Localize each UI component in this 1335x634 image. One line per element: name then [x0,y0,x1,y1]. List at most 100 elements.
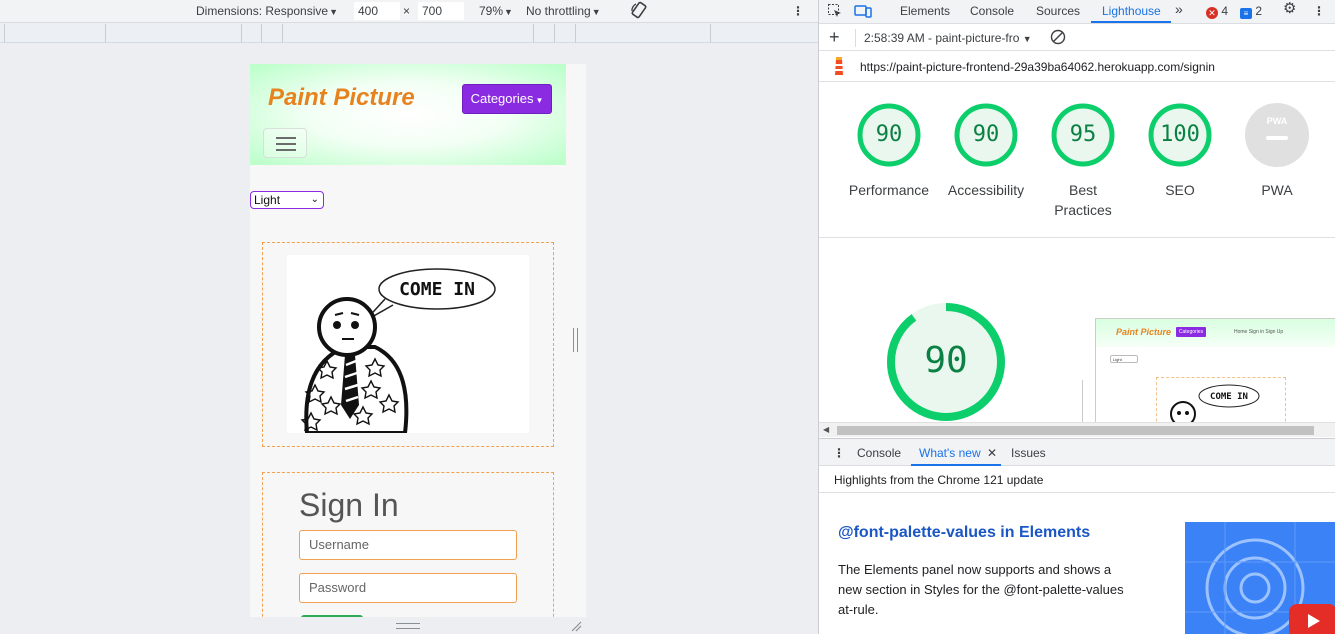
gauge-pwa[interactable]: PWA PWA [1244,102,1310,200]
password-input[interactable]: Password [299,573,517,603]
drawer-tab-console[interactable]: Console [857,446,901,460]
score-accessibility: 90 [972,122,1000,147]
categories-label: Categories [470,91,534,106]
lighthouse-logo-icon [831,57,847,80]
error-count: 4 [1221,4,1229,18]
thumb-brand: Paint Picture [1116,327,1172,337]
username-input[interactable]: Username [299,530,517,560]
chevron-down-icon: ⌄ [310,194,319,205]
device-toolbar-toggle-icon[interactable] [854,3,872,22]
error-icon: ✕ [1206,7,1218,19]
caret-down-icon: ▼ [1022,34,1032,44]
drawer-active-indicator [911,464,1001,466]
gauge-accessibility[interactable]: 90 Accessibility [948,102,1024,200]
zoom-label: 79% [479,4,504,18]
throttling-label: No throttling [526,4,591,18]
come-in-comic-image: COME IN [287,255,529,435]
close-tab-icon[interactable]: ✕ [987,446,997,460]
whats-new-video-thumbnail[interactable] [1185,522,1335,634]
devtools-pane: Elements Console Sources Lighthouse » ✕ … [818,0,1335,634]
performance-detail-gauge: 90 [886,302,1006,422]
emulated-viewport: Paint Picture Categories ▼ Light ⌄ COME I… [250,64,586,617]
resize-handle-bottom[interactable] [396,623,420,629]
site-navbar: Paint Picture Categories ▼ [250,64,566,165]
rotate-icon[interactable] [630,1,648,23]
more-options-icon[interactable]: ⋮ [792,3,804,19]
signin-submit-button[interactable] [301,615,363,617]
navbar-toggler-button[interactable] [263,128,307,158]
drawer-tab-bar: ⋮ Console What's new ✕ Issues [819,438,1335,466]
score-performance: 90 [875,122,903,147]
resize-corner-icon[interactable] [570,620,582,632]
drawer-tab-issues[interactable]: Issues [1011,446,1046,460]
width-input[interactable]: 400 [354,2,400,20]
theme-select[interactable]: Light ⌄ [250,191,324,209]
drawer-tab-whats-new[interactable]: What's new [919,446,981,460]
settings-gear-icon[interactable]: ⚙ [1283,1,1296,16]
error-counter[interactable]: ✕ 4 [1206,4,1228,19]
tab-lighthouse[interactable]: Lighthouse [1102,4,1161,18]
throttling-dropdown[interactable]: No throttling▼ [526,3,601,20]
theme-select-value: Light [254,193,281,207]
lighthouse-toolbar: + 2:58:39 AM - paint-picture-fro ▼ [819,25,1335,51]
device-toolbar: Dimensions: Responsive▼ 400 × 700 79%▼ N… [0,0,818,23]
inspect-element-icon[interactable] [827,3,843,22]
thumb-categories: Categories [1176,327,1206,337]
message-counter[interactable]: ≡ 2 [1240,4,1262,19]
caret-down-icon: ▼ [329,7,338,17]
drawer-menu-icon[interactable]: ⋮ [833,446,845,460]
thumb-nav-links: Home Sign in Sign Up [1234,329,1284,335]
comic-speech-text: COME IN [399,279,475,300]
report-time: 2:58:39 AM - paint-picture-fro [864,31,1020,45]
tab-console[interactable]: Console [970,4,1014,18]
label-seo: SEO [1165,182,1195,198]
report-selector-dropdown[interactable]: 2:58:39 AM - paint-picture-fro ▼ [864,31,1032,45]
big-score-value: 90 [924,340,968,381]
clear-reports-icon[interactable] [1050,29,1066,48]
audited-url[interactable]: https://paint-picture-frontend-29a39ba64… [860,60,1215,74]
signin-title: Sign In [299,487,399,523]
horizontal-scrollbar[interactable]: ◀ [819,422,1335,437]
gauge-best-practices[interactable]: 95 Best Practices [1050,102,1116,220]
dimensions-dropdown[interactable]: Dimensions: Responsive▼ [196,3,338,20]
categories-dropdown-button[interactable]: Categories ▼ [462,84,552,114]
height-input[interactable]: 700 [418,2,464,20]
message-icon: ≡ [1240,8,1252,19]
devtools-tab-bar: Elements Console Sources Lighthouse » ✕ … [819,0,1335,24]
final-screenshot-thumbnail[interactable]: Paint Picture Categories Home Sign in Si… [1095,318,1335,428]
audited-url-bar: https://paint-picture-frontend-29a39ba64… [819,52,1335,82]
caret-down-icon: ▼ [535,96,544,105]
gauge-seo[interactable]: 100 SEO [1147,102,1213,200]
signin-form-container: Sign In Username Password [262,472,554,617]
youtube-play-icon[interactable] [1289,604,1335,634]
more-options-icon[interactable]: ⋮ [1313,4,1325,18]
score-best-practices: 95 [1069,122,1097,147]
label-accessibility: Accessibility [947,182,1025,198]
caret-down-icon: ▼ [591,7,601,17]
times-sign: × [403,4,411,18]
tab-sources[interactable]: Sources [1036,4,1080,18]
thumb-speech-text: COME IN [1210,392,1248,402]
media-query-ruler [0,24,818,43]
caret-down-icon: ▼ [504,7,513,17]
label-best-practices: Best Practices [1054,182,1112,218]
gauge-performance[interactable]: 90 Performance [849,102,929,200]
more-tabs-chevron-icon[interactable]: » [1175,2,1183,16]
scrollbar-thumb[interactable] [837,426,1314,435]
device-emulation-pane: Dimensions: Responsive▼ 400 × 700 79%▼ N… [0,0,818,634]
pwa-icon: PWA [1266,116,1288,126]
thumb-comic-image: COME IN [1156,377,1286,427]
thumb-theme-select: Light [1110,355,1138,363]
score-seo: 100 [1160,122,1200,147]
site-brand-link[interactable]: Paint Picture [268,84,415,112]
tab-elements[interactable]: Elements [900,4,950,18]
dimensions-label: Dimensions: Responsive [196,4,329,18]
zoom-dropdown[interactable]: 79%▼ [479,3,513,20]
label-performance: Performance [848,182,930,198]
new-report-plus-icon[interactable]: + [829,27,840,47]
feature-description: The Elements panel now supports and show… [838,562,1124,617]
whats-new-subtitle: Highlights from the Chrome 121 update [819,467,1335,493]
resize-handle-right[interactable] [573,328,578,352]
feature-title-link[interactable]: @font-palette-values in Elements [838,524,1090,542]
label-pwa: PWA [1261,182,1293,198]
